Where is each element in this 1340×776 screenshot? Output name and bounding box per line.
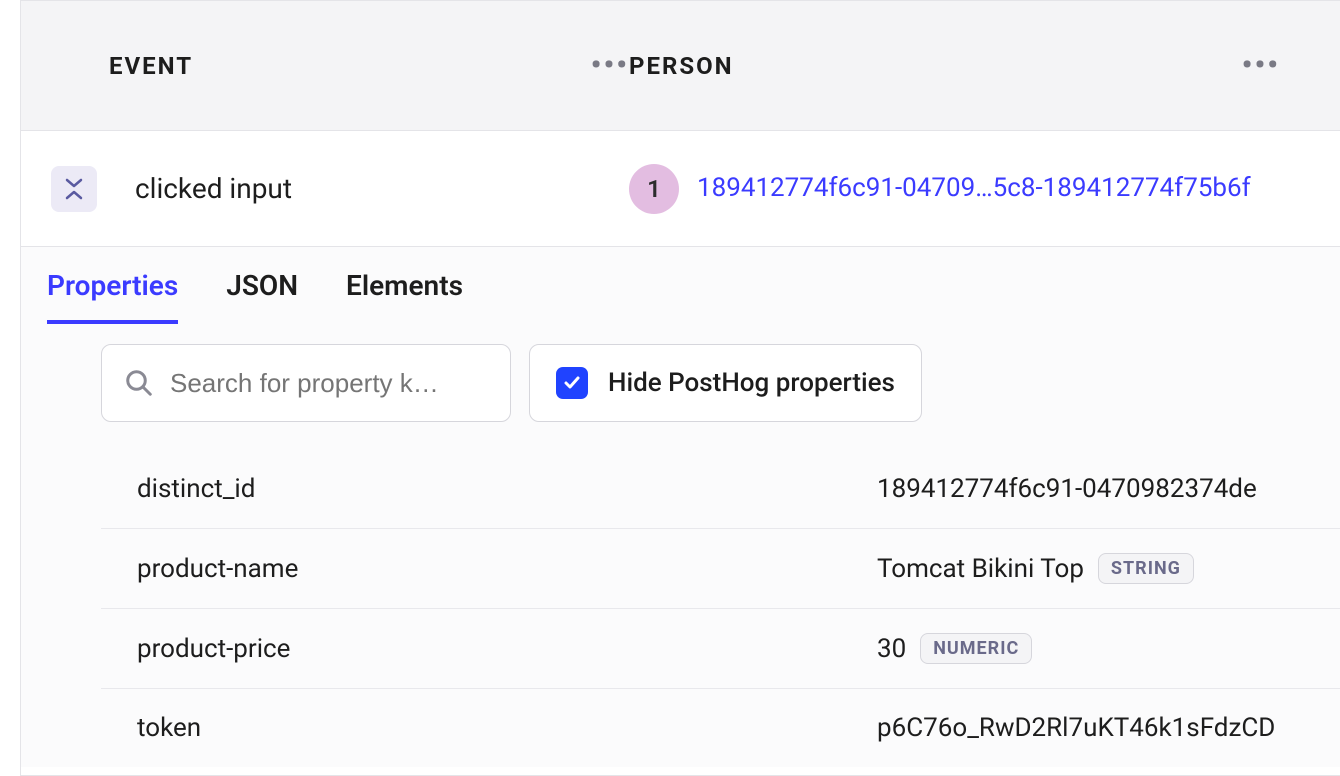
tab-properties[interactable]: Properties bbox=[47, 269, 178, 324]
controls-row: Hide PostHog properties bbox=[101, 344, 1340, 422]
column-header-event-label: EVENT bbox=[109, 52, 193, 80]
table-row[interactable]: product-price 30 NUMERIC bbox=[101, 609, 1340, 689]
hide-posthog-label: Hide PostHog properties bbox=[608, 368, 895, 398]
avatar: 1 bbox=[629, 164, 679, 214]
collapse-toggle-button[interactable] bbox=[51, 166, 97, 212]
hide-posthog-checkbox[interactable]: Hide PostHog properties bbox=[529, 344, 922, 422]
table-row[interactable]: product-name Tomcat Bikini Top STRING bbox=[101, 529, 1340, 609]
type-badge: STRING bbox=[1098, 553, 1194, 584]
tab-content: Hide PostHog properties distinct_id 1894… bbox=[21, 324, 1340, 767]
property-value: 189412774f6c91-0470982374de bbox=[877, 474, 1257, 504]
property-key: product-name bbox=[137, 554, 877, 584]
tabs: Properties JSON Elements bbox=[21, 247, 1340, 324]
column-header-person-label: PERSON bbox=[629, 52, 734, 80]
person-cell: 1 189412774f6c91-04709…5c8-189412774f75b… bbox=[629, 164, 1340, 214]
chevron-up-icon bbox=[65, 189, 83, 201]
property-key: product-price bbox=[137, 634, 877, 664]
type-badge: NUMERIC bbox=[920, 633, 1032, 664]
checkbox-checked-icon bbox=[556, 367, 588, 399]
property-value: p6C76o_RwD2Rl7uKT46k1sFdzCD bbox=[877, 713, 1275, 743]
property-value: 30 bbox=[877, 634, 906, 664]
event-row[interactable]: clicked input 1 189412774f6c91-04709…5c8… bbox=[21, 131, 1340, 247]
table-row[interactable]: token p6C76o_RwD2Rl7uKT46k1sFdzCD bbox=[101, 689, 1340, 767]
search-field-wrap[interactable] bbox=[101, 344, 511, 422]
event-name: clicked input bbox=[135, 172, 629, 205]
tab-elements[interactable]: Elements bbox=[346, 269, 463, 324]
search-icon bbox=[124, 368, 154, 398]
property-key: token bbox=[137, 713, 877, 743]
table-header: EVENT ••• PERSON ••• bbox=[21, 1, 1340, 131]
person-link[interactable]: 189412774f6c91-04709…5c8-189412774f75b6f bbox=[697, 170, 1251, 206]
table-row[interactable]: distinct_id 189412774f6c91-0470982374de bbox=[101, 450, 1340, 529]
column-header-person: PERSON ••• bbox=[629, 52, 1340, 80]
property-value: Tomcat Bikini Top bbox=[877, 554, 1084, 584]
properties-table: distinct_id 189412774f6c91-0470982374de … bbox=[101, 450, 1340, 767]
column-header-event: EVENT ••• bbox=[109, 52, 629, 80]
tab-json[interactable]: JSON bbox=[226, 269, 298, 324]
property-key: distinct_id bbox=[137, 474, 877, 504]
search-input[interactable] bbox=[170, 368, 488, 399]
chevron-down-icon bbox=[65, 177, 83, 189]
